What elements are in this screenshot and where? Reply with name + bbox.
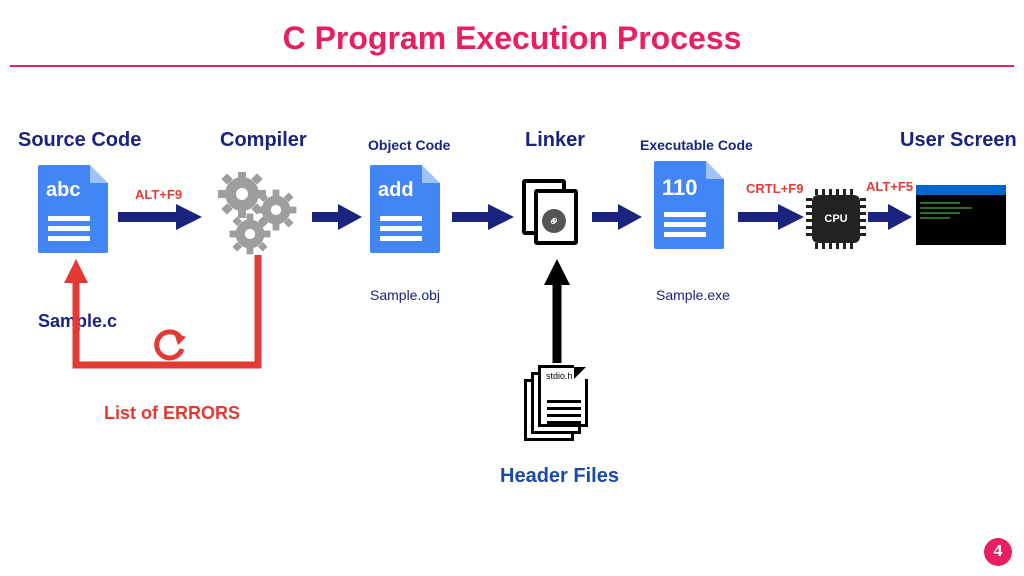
output-shortcut: ALT+F5 bbox=[866, 179, 913, 194]
run-shortcut: CRTL+F9 bbox=[746, 181, 803, 196]
object-icon-text: add bbox=[378, 179, 414, 202]
object-filename: Sample.obj bbox=[370, 287, 440, 303]
arrow-exe-to-cpu bbox=[738, 202, 804, 232]
arrow-headers-to-linker bbox=[542, 259, 572, 363]
executable-label: Executable Code bbox=[640, 137, 753, 153]
arrow-object-to-linker bbox=[452, 202, 514, 232]
terminal-icon bbox=[916, 185, 1006, 245]
refresh-icon bbox=[152, 329, 188, 372]
user-screen-label: User Screen bbox=[900, 129, 1017, 152]
executable-filename: Sample.exe bbox=[656, 287, 730, 303]
arrow-linker-to-exe bbox=[592, 202, 642, 232]
compile-shortcut: ALT+F9 bbox=[135, 187, 182, 202]
arrow-cpu-to-screen bbox=[868, 202, 912, 232]
linker-label: Linker bbox=[525, 129, 585, 152]
gears-icon bbox=[214, 172, 304, 262]
errors-label: List of ERRORS bbox=[104, 403, 240, 424]
object-label: Object Code bbox=[368, 137, 450, 153]
executable-icon-text: 110 bbox=[662, 175, 698, 201]
header-files-icon: stdio.h bbox=[524, 365, 594, 443]
linker-icon: ⚭ bbox=[522, 179, 584, 249]
header-file-example: stdio.h bbox=[546, 371, 573, 381]
arrow-compiler-to-object bbox=[312, 202, 362, 232]
header-files-label: Header Files bbox=[500, 465, 619, 488]
page-number-badge: 4 bbox=[984, 538, 1012, 566]
cpu-label: CPU bbox=[824, 213, 847, 225]
cpu-icon: CPU bbox=[812, 195, 860, 243]
source-file-icon: abc bbox=[38, 165, 108, 253]
source-label: Source Code bbox=[18, 129, 141, 152]
compiler-label: Compiler bbox=[220, 129, 307, 152]
arrow-source-to-compiler bbox=[118, 202, 202, 232]
executable-file-icon: 110 bbox=[654, 161, 724, 249]
source-icon-text: abc bbox=[46, 179, 80, 202]
object-file-icon: add bbox=[370, 165, 440, 253]
diagram-stage: Source Code abc Sample.c ALT+F9 Compiler… bbox=[0, 67, 1024, 567]
page-title: C Program Execution Process bbox=[0, 0, 1024, 65]
